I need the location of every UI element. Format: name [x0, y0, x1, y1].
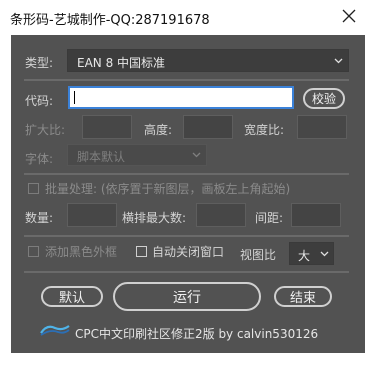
- separator: [24, 173, 349, 175]
- view-ratio-value: 大: [298, 249, 311, 263]
- width-ratio-label: 宽度比:: [244, 123, 285, 137]
- cpc-logo: [38, 322, 72, 338]
- scale-label: 扩大比:: [25, 123, 66, 137]
- auto-close-label: 自动关闭窗口: [152, 245, 225, 259]
- count-label: 数量:: [25, 211, 54, 225]
- chevron-down-icon: [320, 247, 329, 261]
- height-input[interactable]: [183, 115, 233, 139]
- view-ratio-select[interactable]: 大: [289, 242, 334, 265]
- end-button[interactable]: 结束: [274, 286, 332, 307]
- view-ratio-label: 视图比: [240, 248, 277, 262]
- dialog-panel: 类型: EAN 8 中国标准 代码: 校验 扩大比: 高度: 宽度比: 字体: …: [11, 35, 365, 353]
- width-ratio-input[interactable]: [297, 115, 347, 139]
- max-row-input[interactable]: [196, 203, 246, 227]
- spacing-input[interactable]: [291, 203, 341, 227]
- window-title: 条形码-艺城制作-QQ:287191678: [10, 13, 210, 28]
- chevron-down-icon: [192, 148, 201, 162]
- height-label: 高度:: [144, 123, 173, 137]
- run-button[interactable]: 运行: [113, 282, 261, 311]
- black-border-label: 添加黑色外框: [45, 245, 118, 259]
- scale-input[interactable]: [82, 115, 132, 139]
- font-select[interactable]: 脚本默认: [67, 144, 207, 166]
- auto-close-checkbox[interactable]: [136, 246, 147, 257]
- code-label: 代码:: [25, 94, 54, 108]
- separator: [24, 271, 349, 273]
- font-select-value: 脚本默认: [77, 150, 126, 164]
- max-row-label: 横排最大数:: [122, 211, 187, 225]
- close-icon: [342, 8, 356, 27]
- black-border-checkbox[interactable]: [28, 246, 39, 257]
- font-label: 字体:: [25, 152, 54, 166]
- close-button[interactable]: [336, 4, 362, 30]
- verify-button[interactable]: 校验: [303, 88, 345, 109]
- spacing-label: 间距:: [255, 211, 284, 225]
- text-caret: [74, 91, 75, 104]
- type-select-value: EAN 8 中国标准: [77, 56, 166, 70]
- footer-credit: CPC中文印刷社区修正2版 by calvin530126: [75, 327, 319, 341]
- type-select[interactable]: EAN 8 中国标准: [67, 49, 349, 72]
- title-bar: 条形码-艺城制作-QQ:287191678: [0, 0, 375, 34]
- batch-label: 批量处理: (依序置于新图层，画板左上角起始): [45, 182, 291, 196]
- count-input[interactable]: [67, 203, 117, 227]
- batch-checkbox[interactable]: [28, 183, 39, 194]
- separator: [24, 235, 349, 237]
- chevron-down-icon: [334, 54, 343, 68]
- code-input[interactable]: [68, 86, 294, 109]
- default-button[interactable]: 默认: [41, 286, 103, 307]
- type-label: 类型:: [25, 56, 54, 70]
- separator: [24, 79, 349, 81]
